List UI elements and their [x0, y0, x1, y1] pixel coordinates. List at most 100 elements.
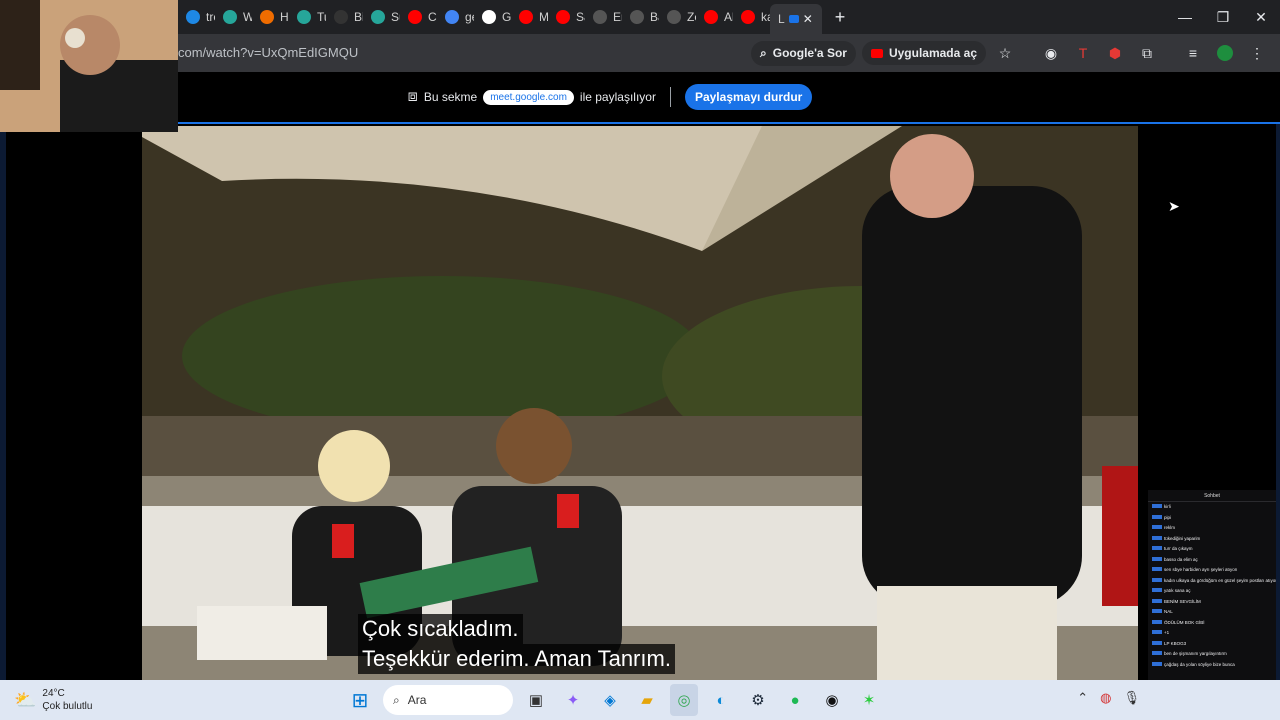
file-explorer-icon[interactable]: ▰: [633, 684, 661, 716]
tray-chevron-up-icon[interactable]: ⌃: [1077, 690, 1088, 706]
chat-message-text: reklm: [1164, 525, 1175, 530]
chat-message-text: NAL: [1164, 609, 1173, 614]
toolbar-actions: ⌕ Google'a Sor Uygulamada aç ☆ ◉ T ⬢ ⧉ ≡…: [751, 34, 1280, 72]
chat-message-text: ÖDÜLÜM BOK GİBİ: [1164, 619, 1205, 625]
app-star-icon[interactable]: ✶: [855, 684, 883, 716]
browser-tab[interactable]: Süp: [363, 0, 400, 34]
browser-tab[interactable]: Sat: [548, 0, 585, 34]
weather-widget[interactable]: ⛅ 24°C Çok bulutlu: [14, 687, 92, 713]
edge-icon[interactable]: ◐: [707, 684, 735, 716]
steam-icon[interactable]: ⚙: [744, 684, 772, 716]
copilot-icon[interactable]: ✦: [559, 684, 587, 716]
youtube-icon: [870, 48, 883, 58]
tab-favicon-icon: [371, 10, 385, 24]
taskbar-search[interactable]: ⌕ Ara: [383, 685, 513, 715]
chat-badge-icon: [1152, 588, 1162, 592]
maximize-icon[interactable]: ❐: [1204, 0, 1242, 34]
chat-message-text: pipi: [1164, 514, 1172, 520]
webcam-frame: [0, 0, 178, 132]
share-border-right: [1276, 124, 1280, 680]
tray-app-icon[interactable]: ◍: [1100, 690, 1111, 706]
spotify-icon[interactable]: ●: [781, 684, 809, 716]
new-tab-button[interactable]: +: [826, 7, 854, 28]
tab-favicon-icon: [704, 10, 718, 24]
address-bar: com/watch?v=UxQmEdIGMQU ⌕ Google'a Sor U…: [0, 34, 1280, 72]
tab-favicon-icon: [334, 10, 348, 24]
browser-tab[interactable]: Ala: [696, 0, 733, 34]
browser-tab[interactable]: geo: [437, 0, 474, 34]
chat-message-text: LP KBOG3: [1164, 640, 1187, 646]
extension-adblock-icon[interactable]: ⬢: [1102, 40, 1128, 66]
windows-start-icon[interactable]: ⊞: [346, 684, 374, 716]
browser-tab[interactable]: Turi: [289, 0, 326, 34]
open-in-app-button[interactable]: Uygulamada aç: [861, 41, 986, 65]
partly-cloudy-icon: ⛅: [14, 689, 37, 710]
chat-message: LP KBOG3: [1148, 639, 1276, 650]
tab-label: Süp: [391, 10, 400, 24]
store-icon[interactable]: ◈: [596, 684, 624, 716]
open-in-app-label: Uygulamada aç: [888, 46, 977, 60]
browser-tab[interactable]: Har: [252, 0, 289, 34]
share-domain-link[interactable]: meet.google.com: [483, 89, 574, 105]
chat-badge-icon: [1152, 514, 1162, 519]
media-control-icon[interactable]: ≡: [1180, 40, 1206, 66]
chat-message: çağdaş da yolan söyliye bize bunca: [1148, 660, 1276, 671]
extension-translate-icon[interactable]: T: [1070, 40, 1096, 66]
browser-tab[interactable]: Erk: [585, 0, 622, 34]
close-tab-icon[interactable]: ✕: [803, 12, 813, 26]
chat-title: Sohbet: [1148, 490, 1276, 502]
video-player[interactable]: Çok sıcakladım. Teşekkür ederim. Aman Ta…: [142, 126, 1138, 680]
taskbar-apps: ⊞ ⌕ Ara ▣ ✦ ◈ ▰ ◎ ◐ ⚙ ● ◉ ✶: [346, 684, 883, 716]
browser-tab[interactable]: tre: [178, 0, 215, 34]
tab-favicon-icon: [482, 10, 496, 24]
ask-google-button[interactable]: ⌕ Google'a Sor: [751, 40, 856, 66]
tab-label: Wer: [243, 10, 252, 24]
chat-message-text: sen sbye harbiden ayrı şeyleri atıyon: [1164, 567, 1238, 572]
tab-label: Bilk: [354, 10, 363, 24]
browser-tab[interactable]: Balt: [622, 0, 659, 34]
subtitle-line-2: Teşekkür ederim. Aman Tanrım.: [358, 644, 675, 674]
extensions-puzzle-icon[interactable]: ⧉: [1134, 40, 1160, 66]
chat-message-text: basso da elim aç: [1164, 556, 1198, 562]
close-window-icon[interactable]: ✕: [1242, 0, 1280, 34]
extension-grammarly-icon[interactable]: ◉: [1038, 40, 1064, 66]
google-lens-icon: ⌕: [760, 45, 767, 60]
tab-sharing-banner: ⧈ Bu sekme meet.google.com ile paylaşılı…: [0, 72, 1280, 122]
url-field[interactable]: com/watch?v=UxQmEdIGMQU: [178, 45, 358, 60]
microphone-icon[interactable]: 🎙: [1123, 690, 1140, 706]
browser-tab[interactable]: CRU: [400, 0, 437, 34]
tab-favicon-icon: [408, 10, 422, 24]
chat-message-text: tükediğini yaparim: [1164, 535, 1201, 541]
browser-tab[interactable]: Zep: [659, 0, 696, 34]
active-tab[interactable]: L ✕: [770, 4, 822, 34]
chrome-icon[interactable]: ◎: [670, 684, 698, 716]
browser-tab[interactable]: Mul: [511, 0, 548, 34]
minimize-icon[interactable]: —: [1166, 0, 1204, 34]
tab-label: Erk: [613, 10, 622, 24]
chat-badge-icon: [1152, 577, 1162, 582]
obs-icon[interactable]: ◉: [818, 684, 846, 716]
browser-tab[interactable]: Wer: [215, 0, 252, 34]
stop-sharing-button[interactable]: Paylaşmayı durdur: [684, 84, 813, 110]
tab-favicon-icon: [445, 10, 459, 24]
chat-message-text: çağdaş da yolan söyliye bize bunca: [1164, 661, 1235, 667]
mouse-cursor-icon: ➤: [1168, 198, 1180, 214]
tab-favicon-icon: [260, 10, 274, 24]
profile-avatar[interactable]: [1212, 40, 1238, 66]
weather-condition: Çok bulutlu: [42, 701, 93, 712]
browser-tab[interactable]: Gür: [474, 0, 511, 34]
chat-message-text: ben de şişmanım yargılayıntırm: [1164, 651, 1227, 656]
bookmark-star-icon[interactable]: ☆: [992, 40, 1018, 66]
menu-kebab-icon[interactable]: ⋮: [1244, 40, 1270, 66]
share-prefix: Bu sekme: [423, 90, 478, 104]
task-view-icon[interactable]: ▣: [522, 684, 550, 716]
active-tab-label: L: [778, 12, 785, 26]
browser-tab[interactable]: kara: [733, 0, 770, 34]
page-content: Çok sıcakladım. Teşekkür ederim. Aman Ta…: [0, 122, 1280, 680]
chat-message: reklm: [1148, 523, 1276, 534]
tab-label: kara: [761, 10, 770, 24]
share-suffix: ile paylaşılıyor: [579, 90, 656, 104]
chat-badge-icon: [1152, 546, 1162, 550]
temperature: 24°C: [42, 688, 65, 699]
browser-tab[interactable]: Bilk: [326, 0, 363, 34]
